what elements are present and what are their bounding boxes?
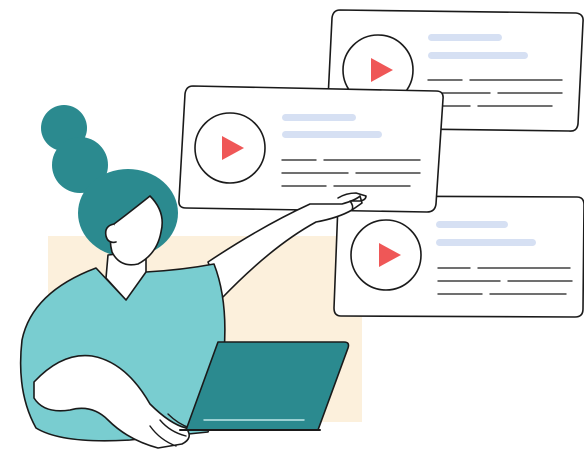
video-card-bottom-right[interactable]	[333, 195, 584, 318]
title-placeholder-bar	[436, 221, 508, 228]
illustration-canvas	[0, 0, 584, 457]
video-content-illustration	[19, 9, 584, 449]
subtitle-placeholder-bar	[282, 131, 382, 138]
subtitle-placeholder-bar	[428, 52, 528, 59]
title-placeholder-bar	[428, 34, 502, 41]
play-icon[interactable]	[194, 112, 266, 184]
play-icon[interactable]	[350, 219, 422, 291]
title-placeholder-bar	[282, 114, 356, 121]
video-card-front[interactable]	[178, 85, 444, 213]
subtitle-placeholder-bar	[436, 239, 536, 246]
